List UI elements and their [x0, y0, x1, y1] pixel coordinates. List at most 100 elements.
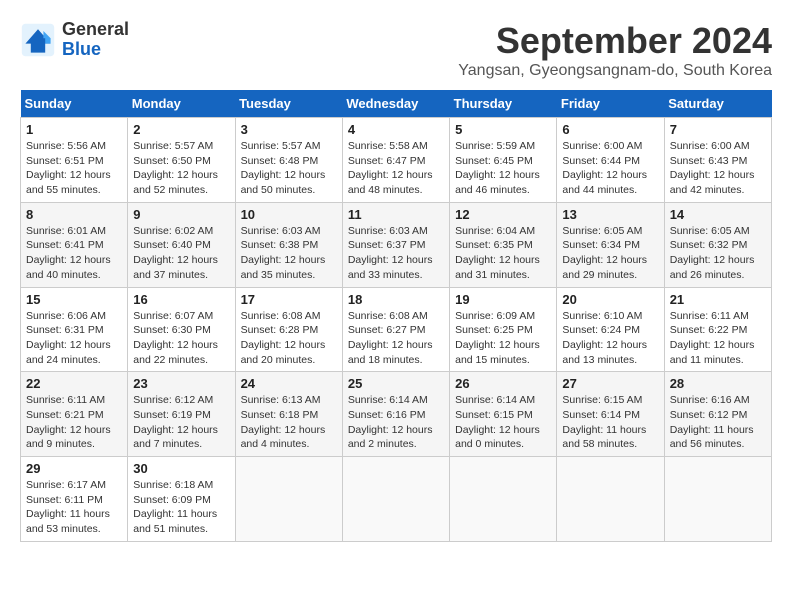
calendar-cell: 15Sunrise: 6:06 AM Sunset: 6:31 PM Dayli…	[21, 287, 128, 372]
logo: General Blue	[20, 20, 129, 60]
day-info: Sunrise: 6:16 AM Sunset: 6:12 PM Dayligh…	[670, 393, 766, 452]
day-number: 23	[133, 376, 229, 391]
day-number: 17	[241, 292, 337, 307]
calendar-cell: 28 Sunrise: 6:16 AM Sunset: 6:12 PM Dayli…	[664, 372, 771, 457]
week-row-0: 1 Sunrise: 5:56 AM Sunset: 6:51 PM Daylig…	[21, 118, 772, 203]
calendar-cell: 25 Sunrise: 6:14 AM Sunset: 6:16 PM Dayli…	[342, 372, 449, 457]
day-number: 3	[241, 122, 337, 137]
week-row-4: 29Sunrise: 6:17 AM Sunset: 6:11 PM Dayli…	[21, 457, 772, 542]
calendar-cell: 26 Sunrise: 6:14 AM Sunset: 6:15 PM Dayli…	[450, 372, 557, 457]
calendar-cell: 19 Sunrise: 6:09 AM Sunset: 6:25 PM Dayli…	[450, 287, 557, 372]
day-number: 10	[241, 207, 337, 222]
day-info: Sunrise: 5:56 AM Sunset: 6:51 PM Dayligh…	[26, 139, 122, 198]
day-info: Sunrise: 6:14 AM Sunset: 6:15 PM Dayligh…	[455, 393, 551, 452]
header-wednesday: Wednesday	[342, 90, 449, 118]
calendar-cell: 9 Sunrise: 6:02 AM Sunset: 6:40 PM Daylig…	[128, 202, 235, 287]
day-number: 29	[26, 461, 122, 476]
calendar-cell: 23 Sunrise: 6:12 AM Sunset: 6:19 PM Dayli…	[128, 372, 235, 457]
title-block: September 2024 Yangsan, Gyeongsangnam-do…	[458, 20, 772, 80]
day-number: 21	[670, 292, 766, 307]
day-number: 9	[133, 207, 229, 222]
day-number: 24	[241, 376, 337, 391]
day-info: Sunrise: 6:03 AM Sunset: 6:38 PM Dayligh…	[241, 224, 337, 283]
calendar-cell: 10 Sunrise: 6:03 AM Sunset: 6:38 PM Dayli…	[235, 202, 342, 287]
day-info: Sunrise: 6:05 AM Sunset: 6:32 PM Dayligh…	[670, 224, 766, 283]
day-info: Sunrise: 6:11 AM Sunset: 6:22 PM Dayligh…	[670, 309, 766, 368]
header-friday: Friday	[557, 90, 664, 118]
day-number: 12	[455, 207, 551, 222]
main-title: September 2024	[458, 20, 772, 62]
page-header: General Blue September 2024 Yangsan, Gye…	[20, 20, 772, 80]
day-info: Sunrise: 6:00 AM Sunset: 6:43 PM Dayligh…	[670, 139, 766, 198]
calendar-cell: 24 Sunrise: 6:13 AM Sunset: 6:18 PM Dayli…	[235, 372, 342, 457]
day-info: Sunrise: 6:14 AM Sunset: 6:16 PM Dayligh…	[348, 393, 444, 452]
day-info: Sunrise: 6:10 AM Sunset: 6:24 PM Dayligh…	[562, 309, 658, 368]
day-number: 20	[562, 292, 658, 307]
logo-text: General Blue	[62, 20, 129, 60]
header-thursday: Thursday	[450, 90, 557, 118]
day-number: 30	[133, 461, 229, 476]
day-number: 2	[133, 122, 229, 137]
calendar-cell: 12 Sunrise: 6:04 AM Sunset: 6:35 PM Dayli…	[450, 202, 557, 287]
calendar-cell: 20 Sunrise: 6:10 AM Sunset: 6:24 PM Dayli…	[557, 287, 664, 372]
calendar-cell	[557, 457, 664, 542]
calendar-cell: 3 Sunrise: 5:57 AM Sunset: 6:48 PM Daylig…	[235, 118, 342, 203]
day-number: 16	[133, 292, 229, 307]
calendar-table: SundayMondayTuesdayWednesdayThursdayFrid…	[20, 90, 772, 542]
day-info: Sunrise: 6:13 AM Sunset: 6:18 PM Dayligh…	[241, 393, 337, 452]
calendar-cell: 7 Sunrise: 6:00 AM Sunset: 6:43 PM Daylig…	[664, 118, 771, 203]
day-number: 14	[670, 207, 766, 222]
calendar-cell: 8Sunrise: 6:01 AM Sunset: 6:41 PM Daylig…	[21, 202, 128, 287]
day-info: Sunrise: 5:59 AM Sunset: 6:45 PM Dayligh…	[455, 139, 551, 198]
day-number: 28	[670, 376, 766, 391]
calendar-cell: 22 Sunrise: 6:11 AM Sunset: 6:21 PM Dayli…	[21, 372, 128, 457]
header-saturday: Saturday	[664, 90, 771, 118]
day-number: 19	[455, 292, 551, 307]
day-number: 7	[670, 122, 766, 137]
day-info: Sunrise: 5:58 AM Sunset: 6:47 PM Dayligh…	[348, 139, 444, 198]
day-info: Sunrise: 6:08 AM Sunset: 6:28 PM Dayligh…	[241, 309, 337, 368]
day-info: Sunrise: 5:57 AM Sunset: 6:50 PM Dayligh…	[133, 139, 229, 198]
day-info: Sunrise: 6:04 AM Sunset: 6:35 PM Dayligh…	[455, 224, 551, 283]
calendar-cell: 4 Sunrise: 5:58 AM Sunset: 6:47 PM Daylig…	[342, 118, 449, 203]
day-number: 27	[562, 376, 658, 391]
day-number: 5	[455, 122, 551, 137]
calendar-cell: 16 Sunrise: 6:07 AM Sunset: 6:30 PM Dayli…	[128, 287, 235, 372]
week-row-1: 8Sunrise: 6:01 AM Sunset: 6:41 PM Daylig…	[21, 202, 772, 287]
day-info: Sunrise: 6:00 AM Sunset: 6:44 PM Dayligh…	[562, 139, 658, 198]
day-info: Sunrise: 6:07 AM Sunset: 6:30 PM Dayligh…	[133, 309, 229, 368]
calendar-cell: 18Sunrise: 6:08 AM Sunset: 6:27 PM Dayli…	[342, 287, 449, 372]
day-number: 4	[348, 122, 444, 137]
week-row-2: 15Sunrise: 6:06 AM Sunset: 6:31 PM Dayli…	[21, 287, 772, 372]
calendar-cell: 13Sunrise: 6:05 AM Sunset: 6:34 PM Dayli…	[557, 202, 664, 287]
day-info: Sunrise: 6:11 AM Sunset: 6:21 PM Dayligh…	[26, 393, 122, 452]
day-number: 13	[562, 207, 658, 222]
calendar-cell: 2 Sunrise: 5:57 AM Sunset: 6:50 PM Daylig…	[128, 118, 235, 203]
day-number: 18	[348, 292, 444, 307]
calendar-cell	[664, 457, 771, 542]
calendar-cell: 27Sunrise: 6:15 AM Sunset: 6:14 PM Dayli…	[557, 372, 664, 457]
calendar-cell	[450, 457, 557, 542]
calendar-header-row: SundayMondayTuesdayWednesdayThursdayFrid…	[21, 90, 772, 118]
calendar-cell	[342, 457, 449, 542]
day-number: 25	[348, 376, 444, 391]
calendar-cell: 11Sunrise: 6:03 AM Sunset: 6:37 PM Dayli…	[342, 202, 449, 287]
day-number: 8	[26, 207, 122, 222]
logo-icon	[20, 22, 56, 58]
day-info: Sunrise: 5:57 AM Sunset: 6:48 PM Dayligh…	[241, 139, 337, 198]
logo-line1: General	[62, 20, 129, 40]
day-info: Sunrise: 6:09 AM Sunset: 6:25 PM Dayligh…	[455, 309, 551, 368]
day-info: Sunrise: 6:03 AM Sunset: 6:37 PM Dayligh…	[348, 224, 444, 283]
day-number: 26	[455, 376, 551, 391]
calendar-cell	[235, 457, 342, 542]
day-number: 15	[26, 292, 122, 307]
calendar-cell: 29Sunrise: 6:17 AM Sunset: 6:11 PM Dayli…	[21, 457, 128, 542]
day-number: 22	[26, 376, 122, 391]
calendar-cell: 5 Sunrise: 5:59 AM Sunset: 6:45 PM Daylig…	[450, 118, 557, 203]
day-number: 1	[26, 122, 122, 137]
logo-line2: Blue	[62, 39, 101, 59]
day-info: Sunrise: 6:12 AM Sunset: 6:19 PM Dayligh…	[133, 393, 229, 452]
day-info: Sunrise: 6:02 AM Sunset: 6:40 PM Dayligh…	[133, 224, 229, 283]
calendar-cell: 14 Sunrise: 6:05 AM Sunset: 6:32 PM Dayli…	[664, 202, 771, 287]
day-info: Sunrise: 6:18 AM Sunset: 6:09 PM Dayligh…	[133, 478, 229, 537]
